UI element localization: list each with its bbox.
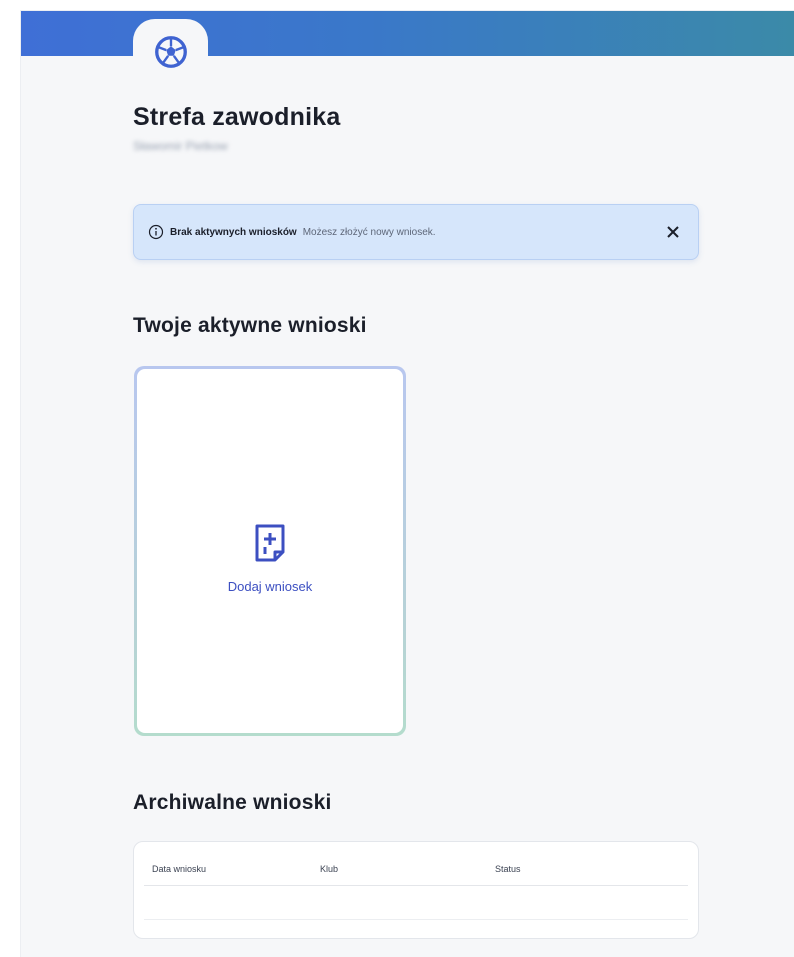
table-header: Data wniosku Klub Status: [144, 864, 688, 886]
add-request-card-body[interactable]: Dodaj wniosek: [137, 369, 403, 733]
add-request-card[interactable]: Dodaj wniosek: [134, 366, 406, 736]
info-icon: [148, 224, 164, 240]
app-window: Strefa zawodnika Sławomir Pietkow Brak a…: [20, 10, 794, 957]
alert-title: Brak aktywnych wniosków: [170, 226, 297, 238]
document-plus-icon: [255, 524, 285, 561]
football-icon: [154, 36, 187, 68]
close-alert-button[interactable]: [662, 221, 684, 243]
active-requests-heading: Twoje aktywne wnioski: [133, 314, 367, 337]
add-request-label: Dodaj wniosek: [227, 578, 313, 594]
table-row: [144, 886, 688, 920]
close-icon: [667, 226, 679, 238]
page-title: Strefa zawodnika: [133, 103, 341, 131]
logo[interactable]: [133, 19, 208, 85]
page-subtitle: Sławomir Pietkow: [133, 139, 228, 153]
column-header-club[interactable]: Klub: [320, 864, 495, 874]
info-alert: Brak aktywnych wniosków Możesz złożyć no…: [133, 204, 699, 260]
alert-message: Możesz złożyć nowy wniosek.: [302, 226, 436, 238]
archived-requests-heading: Archiwalne wnioski: [133, 791, 332, 814]
archived-requests-table: Data wniosku Klub Status: [133, 841, 699, 939]
column-header-date[interactable]: Data wniosku: [144, 864, 320, 874]
column-header-status[interactable]: Status: [495, 864, 675, 874]
